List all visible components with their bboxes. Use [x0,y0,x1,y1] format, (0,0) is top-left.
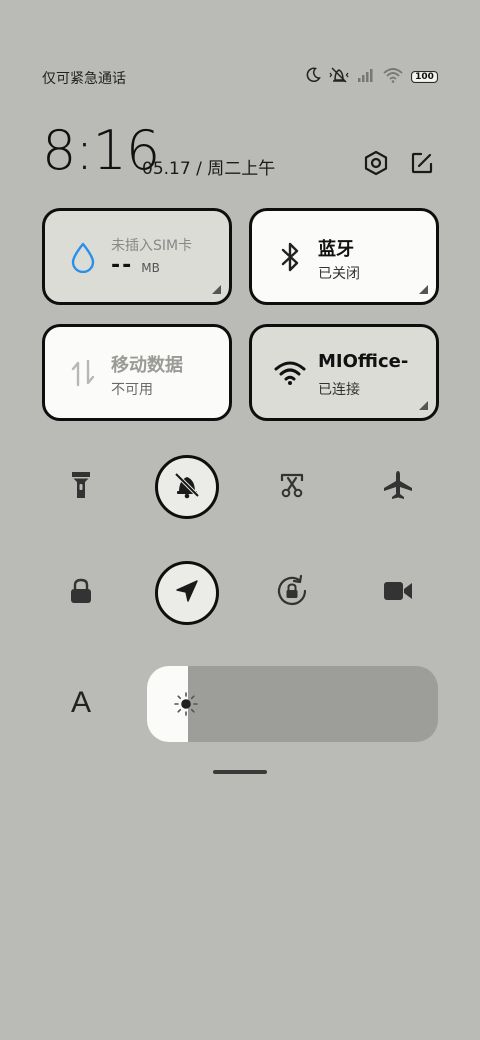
rotation-lock-toggle[interactable] [260,561,324,625]
wifi-tile[interactable]: MIOffice- 已连接 [249,324,439,421]
wifi-status: 已连接 [318,382,360,398]
lock-toggle[interactable] [49,561,113,625]
scissors-icon [277,470,307,504]
video-camera-icon [382,579,414,607]
battery-level: 100 [415,71,434,82]
corner-indicator [419,401,428,410]
screen-record-toggle[interactable] [366,561,430,625]
mobile-data-title: 移动数据 [111,355,183,376]
battery-icon: 100 [411,71,438,83]
moon-icon [305,67,321,87]
status-icons: 100 [305,66,438,88]
data-arrows-icon [67,357,99,389]
vibrate-off-icon [329,66,349,88]
date: 05.17 / 周二上午 [142,159,276,179]
flashlight-toggle[interactable] [49,455,113,519]
font-size-button[interactable]: A [62,684,100,722]
font-size-label: A [70,686,91,719]
water-drop-icon [67,241,99,273]
wifi-icon [383,67,403,87]
data-usage: -- MB [111,253,160,278]
signal-icon [357,67,375,87]
silent-toggle[interactable] [155,455,219,519]
airplane-icon [382,469,414,505]
flashlight-icon [69,469,93,505]
sun-icon [173,691,199,717]
data-unit: MB [141,261,160,275]
bluetooth-icon [274,241,306,273]
corner-indicator [419,285,428,294]
edit-icon [410,151,434,179]
status-bar: 仅可紧急通话 100 [42,66,438,88]
screenshot-toggle[interactable] [260,455,324,519]
drag-handle[interactable] [213,770,267,774]
sim-status: 未插入SIM卡 [111,238,193,254]
bluetooth-status: 已关闭 [318,266,360,282]
bell-off-icon [172,470,202,504]
brightness-slider[interactable] [147,666,438,742]
wifi-icon [274,357,306,389]
bluetooth-tile[interactable]: 蓝牙 已关闭 [249,208,439,305]
bluetooth-title: 蓝牙 [318,239,354,260]
settings-button[interactable] [360,149,392,181]
corner-indicator [212,285,221,294]
airplane-toggle[interactable] [366,455,430,519]
mobile-data-tile[interactable]: 移动数据 不可用 [42,324,232,421]
carrier-status: 仅可紧急通话 [42,71,126,87]
sim-data-tile[interactable]: 未插入SIM卡 -- MB [42,208,232,305]
edit-button[interactable] [406,149,438,181]
header: 8:16 05.17 / 周二上午 [42,120,442,182]
mobile-data-status: 不可用 [111,382,153,398]
wifi-network-name: MIOffice- [318,351,409,372]
rotation-lock-icon [275,574,309,612]
location-arrow-icon [173,577,201,609]
location-toggle[interactable] [155,561,219,625]
hex-gear-icon [363,150,389,180]
lock-icon [68,577,94,609]
data-value: -- [111,253,134,278]
